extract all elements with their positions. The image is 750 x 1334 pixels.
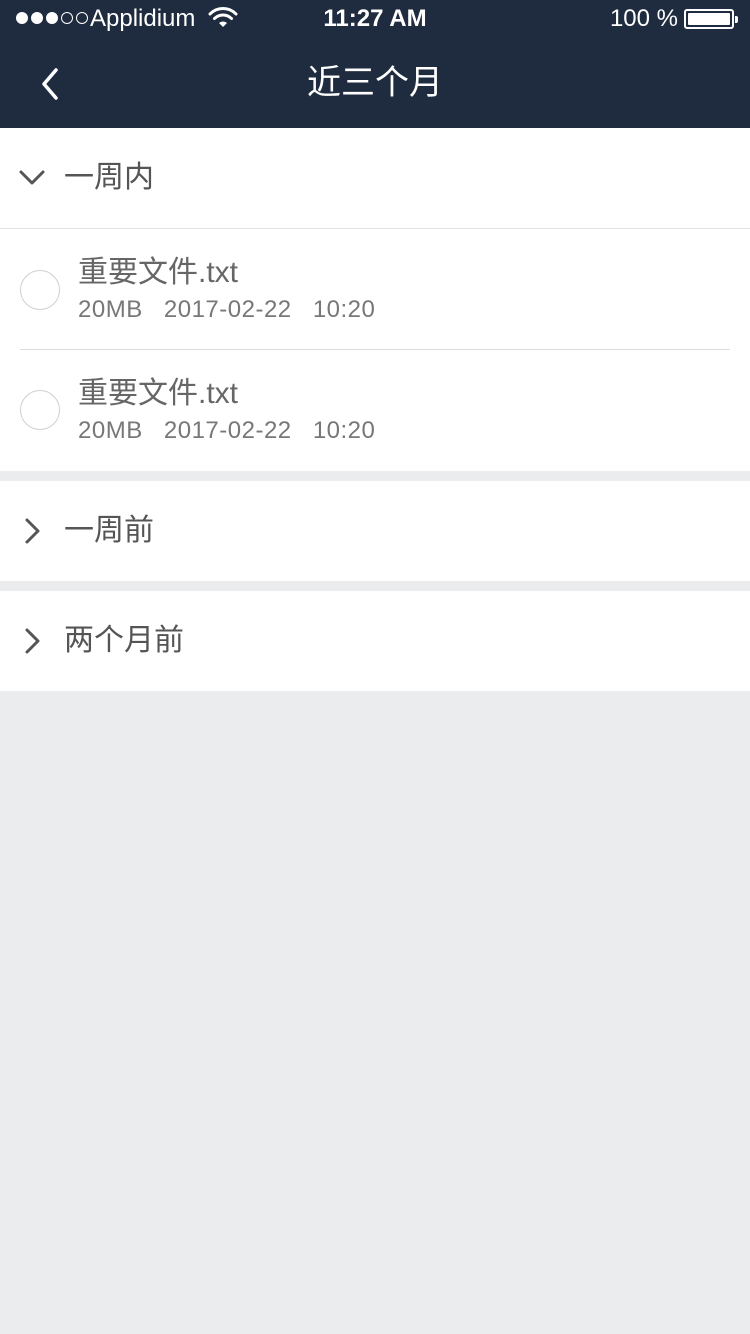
file-meta: 20MB 2017-02-22 10:20 xyxy=(78,295,389,325)
file-row[interactable]: 重要文件.txt 20MB 2017-02-22 10:20 xyxy=(0,229,750,350)
section-header-week-ago[interactable]: 一周前 xyxy=(0,481,750,581)
file-date: 2017-02-22 xyxy=(163,296,292,323)
chevron-down-icon xyxy=(19,170,45,185)
chevron-right-icon xyxy=(25,628,40,654)
select-radio[interactable] xyxy=(20,270,60,310)
file-row[interactable]: 重要文件.txt 20MB 2017-02-22 10:20 xyxy=(0,350,750,471)
file-date: 2017-02-22 xyxy=(163,417,292,444)
file-time: 10:20 xyxy=(312,417,376,444)
file-name: 重要文件.txt xyxy=(78,256,239,289)
file-size: 20MB xyxy=(78,296,143,323)
battery-percentage: 100 % xyxy=(609,5,678,32)
file-size: 20MB xyxy=(78,417,143,444)
file-time: 10:20 xyxy=(312,296,376,323)
chevron-right-icon xyxy=(25,518,40,544)
file-meta: 20MB 2017-02-22 10:20 xyxy=(78,416,389,446)
section-header-within-week[interactable]: 一周内 xyxy=(0,128,750,228)
screen: Applidium 11:27 AM 100 % 近三个月 一周内 重要文件.t… xyxy=(0,0,750,1334)
section-week-ago: 一周前 xyxy=(0,481,750,581)
section-label: 两个月前 xyxy=(64,624,184,657)
section-within-week: 一周内 重要文件.txt 20MB 2017-02-22 10:20 重要文件.… xyxy=(0,128,750,471)
select-radio[interactable] xyxy=(20,390,60,430)
section-label: 一周前 xyxy=(64,514,154,547)
section-two-months-ago: 两个月前 xyxy=(0,591,750,691)
section-header-two-months-ago[interactable]: 两个月前 xyxy=(0,591,750,691)
header: Applidium 11:27 AM 100 % 近三个月 xyxy=(0,0,750,128)
battery-icon xyxy=(684,9,738,29)
file-name: 重要文件.txt xyxy=(78,377,239,410)
status-bar: Applidium 11:27 AM 100 % xyxy=(0,0,750,40)
nav-bar: 近三个月 xyxy=(0,40,750,128)
page-title: 近三个月 xyxy=(307,64,443,102)
section-label: 一周内 xyxy=(64,161,154,194)
